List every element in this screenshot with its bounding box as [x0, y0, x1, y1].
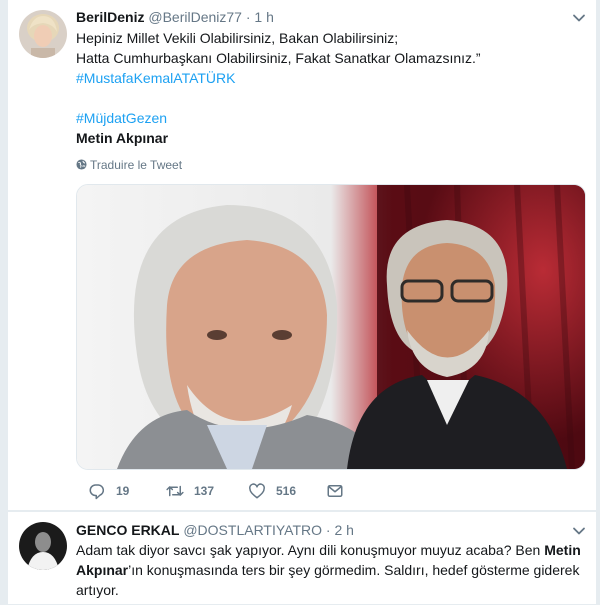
reply-button[interactable]: 19 [88, 480, 129, 502]
tweet-line: Hepiniz Millet Vekili Olabilirsiniz, Bak… [76, 30, 399, 46]
hashtag-link[interactable]: #MustafaKemalATATÜRK [76, 68, 586, 88]
tweet-beril-deniz[interactable]: BerilDeniz @BerilDeniz77 · 1 h Hepiniz M… [8, 0, 596, 511]
tweet-photo[interactable] [76, 184, 586, 470]
tweet-text: Hepiniz Millet Vekili Olabilirsiniz, Bak… [76, 28, 586, 148]
timeline: BerilDeniz @BerilDeniz77 · 1 h Hepiniz M… [0, 0, 600, 605]
tweet-header: BerilDeniz @BerilDeniz77 · 1 h [76, 8, 588, 26]
bold-text: Metin [544, 542, 581, 558]
chevron-down-icon[interactable] [572, 11, 586, 25]
separator: · [245, 9, 251, 25]
tweet-text: Adam tak diyor savcı şak yapıyor. Aynı d… [76, 540, 586, 600]
retweet-icon [166, 485, 184, 497]
reply-count: 19 [116, 484, 130, 498]
translate-label: Traduire le Tweet [90, 158, 183, 172]
user-handle[interactable]: @DOSTLARTIYATRO [183, 522, 322, 538]
retweet-button[interactable]: 137 [166, 480, 214, 502]
bold-text: Akpınar [76, 562, 129, 578]
tweet-line: artıyor. [76, 582, 119, 598]
like-count: 516 [276, 484, 297, 498]
reply-icon [89, 484, 105, 500]
globe-icon [76, 159, 87, 170]
user-handle[interactable]: @BerilDeniz77 [148, 9, 242, 25]
chevron-down-icon[interactable] [572, 524, 586, 538]
translate-tweet-link[interactable]: Traduire le Tweet [76, 157, 182, 173]
bold-text: Metin Akpınar [76, 130, 169, 146]
avatar[interactable] [19, 10, 67, 58]
display-name[interactable]: BerilDeniz [76, 9, 144, 25]
separator: · [325, 522, 331, 538]
retweet-count: 137 [194, 484, 215, 498]
like-icon [249, 483, 265, 499]
direct-message-button[interactable] [326, 480, 344, 502]
timestamp[interactable]: 2 h [334, 522, 353, 538]
display-name[interactable]: GENCO ERKAL [76, 522, 179, 538]
like-button[interactable]: 516 [248, 480, 296, 502]
message-icon [327, 485, 343, 497]
photo-image [77, 185, 585, 469]
text-segment: Adam tak diyor savcı şak yapıyor. Aynı d… [76, 542, 545, 558]
tweet-header: GENCO ERKAL @DOSTLARTIYATRO · 2 h [76, 521, 588, 539]
avatar[interactable] [19, 522, 67, 570]
tweet-line: Akpınar’ın konuşmasında ters bir şey gör… [76, 560, 586, 580]
hashtag-link[interactable]: #MüjdatGezen [76, 108, 586, 128]
timestamp[interactable]: 1 h [254, 9, 273, 25]
tweet-line: Adam tak diyor savcı şak yapıyor. Aynı d… [76, 540, 586, 560]
tweet-genco-erkal[interactable]: GENCO ERKAL @DOSTLARTIYATRO · 2 h Adam t… [8, 512, 596, 605]
text-segment: ’ın konuşmasında ters bir şey görmedim. … [128, 562, 580, 578]
tweet-line: Hatta Cumhurbaşkanı Olabilirsiniz, Fakat… [76, 50, 481, 66]
